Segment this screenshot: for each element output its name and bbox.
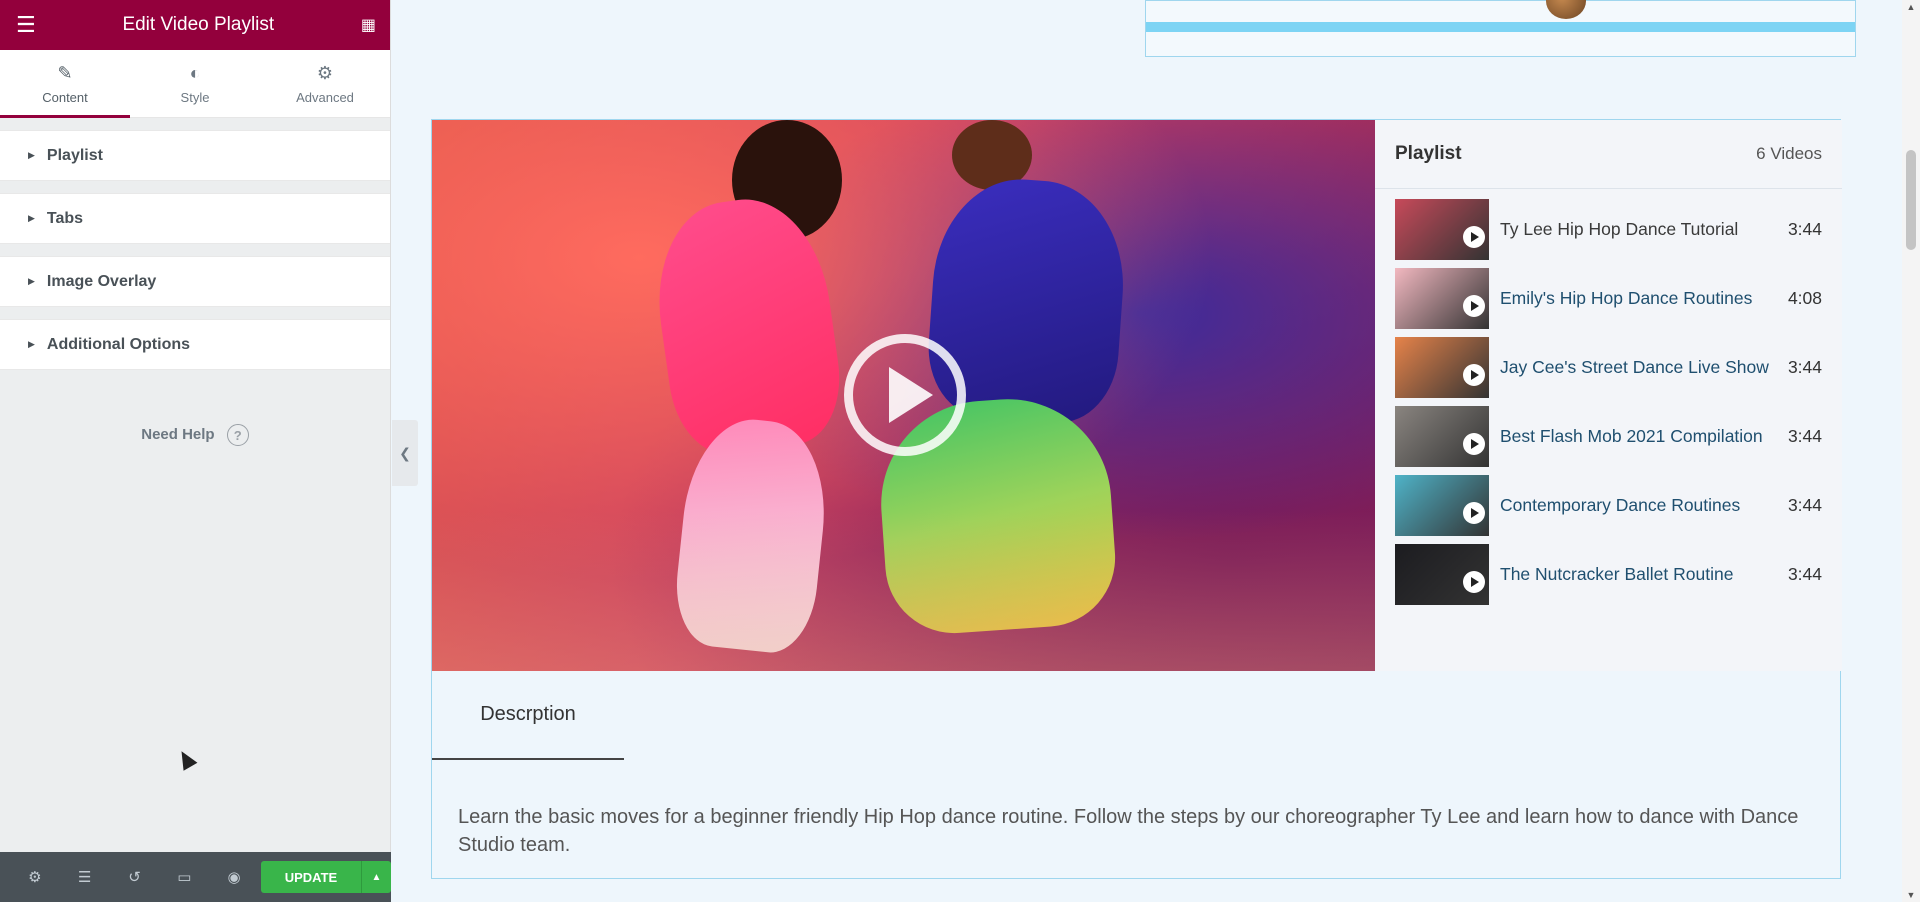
video-duration: 3:44 [1787,357,1822,377]
update-options-caret-icon[interactable]: ▲ [360,861,391,893]
video-duration: 4:08 [1787,288,1822,308]
video-title[interactable]: Ty Lee Hip Hop Dance Tutorial [1489,219,1780,240]
pencil-icon: ✎ [57,62,73,83]
video-floor-shade [432,511,1375,671]
playlist-item[interactable]: Best Flash Mob 2021 Compilation 3:44 [1375,402,1842,471]
play-circle-icon[interactable] [1463,364,1485,386]
play-circle-icon[interactable] [1463,571,1485,593]
video-duration: 3:44 [1787,426,1822,446]
tab-style[interactable]: ◐ Style [130,50,260,117]
sidebar-tabs: ✎ Content ◐ Style ⚙ Advanced [0,50,390,118]
video-player[interactable] [432,120,1375,671]
playlist-items: Ty Lee Hip Hop Dance Tutorial 3:44 Emily's… [1375,189,1842,609]
video-title[interactable]: Best Flash Mob 2021 Compilation [1489,426,1780,447]
section-label: Playlist [46,146,103,164]
section-label: Image Overlay [46,272,157,290]
question-circle-icon: ? [226,424,249,446]
settings-gear-icon[interactable]: ⚙ [10,868,60,886]
preview-eye-icon[interactable]: ◉ [209,868,259,886]
caret-right-icon: ▶ [28,276,35,286]
sidebar-header: ☰ Edit Video Playlist ▦ [0,0,390,50]
page-scrollbar[interactable]: ▲ ▼ [1902,0,1920,902]
scroll-down-arrow-icon[interactable]: ▼ [1902,890,1920,900]
gear-icon: ⚙ [316,62,334,83]
playlist-header: Playlist 6 Videos [1375,120,1842,189]
sidebar-sections: ▶ Playlist ▶ Tabs ▶ Image Overlay ▶ Addi… [0,118,390,370]
video-thumbnail[interactable] [1395,475,1489,536]
play-button-icon[interactable] [844,334,966,456]
video-thumbnail[interactable] [1395,337,1489,398]
video-duration: 3:44 [1787,495,1822,515]
previous-widget-box [1145,0,1856,57]
widgets-grid-icon[interactable]: ▦ [361,15,376,35]
caret-right-icon: ▶ [28,213,35,223]
responsive-mode-icon[interactable]: ▭ [159,868,209,886]
decorative-ball-image [1546,0,1586,19]
playlist-item[interactable]: The Nutcracker Ballet Routine 3:44 [1375,540,1842,609]
chevron-left-icon: ❮ [399,444,411,461]
half-circle-icon: ◐ [189,62,201,83]
play-circle-icon[interactable] [1463,295,1485,317]
playlist-item[interactable]: Contemporary Dance Routines 3:44 [1375,471,1842,540]
video-title[interactable]: Emily's Hip Hop Dance Routines [1489,288,1780,309]
play-circle-icon[interactable] [1463,433,1485,455]
sidebar-title: Edit Video Playlist [122,14,275,35]
video-thumbnail[interactable] [1395,406,1489,467]
section-image-overlay[interactable]: ▶ Image Overlay [0,256,390,307]
editor-sidebar: ☰ Edit Video Playlist ▦ ✎ Content ◐ Styl… [0,0,391,902]
tab-advanced-label: Advanced [296,89,354,105]
tab-advanced[interactable]: ⚙ Advanced [260,50,390,117]
section-playlist[interactable]: ▶ Playlist [0,130,390,181]
video-thumbnail[interactable] [1395,268,1489,329]
video-title[interactable]: Jay Cee's Street Dance Live Show [1489,357,1780,378]
tab-content[interactable]: ✎ Content [0,50,130,118]
description-text: Learn the basic moves for a beginner fri… [458,806,1799,856]
update-group: UPDATE ▲ [260,861,391,893]
tab-description[interactable]: Descrption [432,671,624,760]
layers-icon[interactable]: ☰ [60,868,110,886]
scroll-up-arrow-icon[interactable]: ▲ [1902,2,1920,12]
caret-right-icon: ▶ [28,150,35,160]
video-duration: 3:44 [1787,219,1822,239]
video-thumbnail[interactable] [1395,544,1489,605]
need-help-label: Need Help [141,425,215,443]
section-label: Additional Options [46,335,191,353]
video-title[interactable]: The Nutcracker Ballet Routine [1489,564,1780,585]
collapse-sidebar-button[interactable]: ❮ [392,420,418,486]
playlist-item[interactable]: Ty Lee Hip Hop Dance Tutorial 3:44 [1375,195,1842,264]
playlist-title: Playlist [1395,143,1462,164]
tab-style-label: Style [180,89,210,105]
section-label: Tabs [46,209,84,227]
caret-right-icon: ▶ [28,339,35,349]
video-duration: 3:44 [1787,564,1822,584]
playlist-item[interactable]: Jay Cee's Street Dance Live Show 3:44 [1375,333,1842,402]
sidebar-footer: ⚙ ☰ ↺ ▭ ◉ UPDATE ▲ [0,852,391,902]
video-playlist-widget[interactable]: Playlist 6 Videos Ty Lee Hip Hop Dance T… [431,119,1842,879]
play-circle-icon[interactable] [1463,502,1485,524]
section-tabs[interactable]: ▶ Tabs [0,193,390,244]
history-icon[interactable]: ↺ [110,868,160,886]
section-additional-options[interactable]: ▶ Additional Options [0,319,390,370]
video-title[interactable]: Contemporary Dance Routines [1489,495,1780,516]
progress-stripe [1146,22,1855,32]
update-button[interactable]: UPDATE [260,861,361,893]
play-circle-icon[interactable] [1463,226,1485,248]
video-thumbnail[interactable] [1395,199,1489,260]
playlist-count: 6 Videos [1756,144,1822,163]
hamburger-menu-icon[interactable]: ☰ [16,12,36,38]
playlist-panel: Playlist 6 Videos Ty Lee Hip Hop Dance T… [1375,120,1842,671]
need-help-link[interactable]: Need Help ? [0,424,390,446]
playlist-item[interactable]: Emily's Hip Hop Dance Routines 4:08 [1375,264,1842,333]
scrollbar-thumb[interactable] [1906,150,1916,250]
tab-content-label: Content [42,89,88,105]
